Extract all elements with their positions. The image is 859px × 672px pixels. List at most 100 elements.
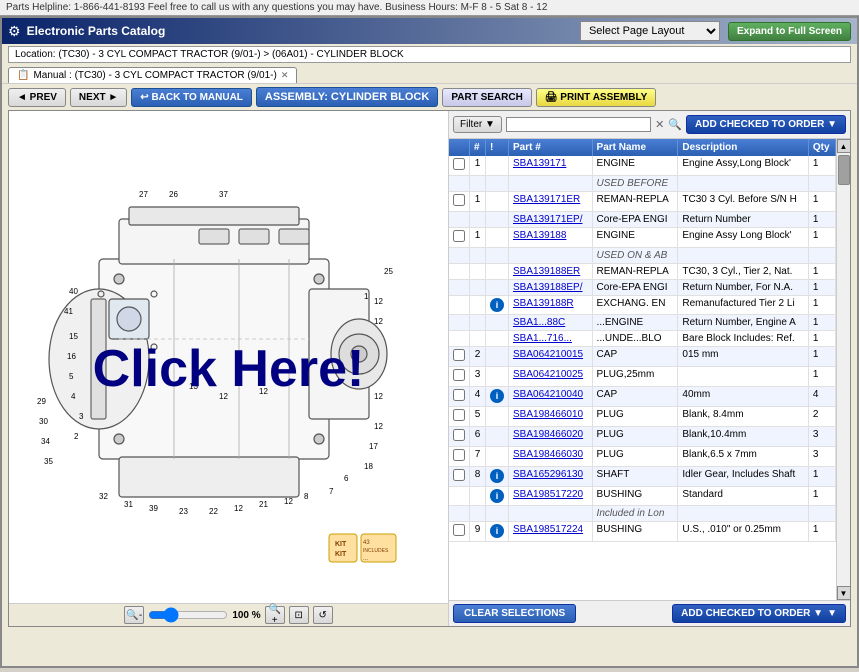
zoom-in-button[interactable]: 🔍+ (265, 606, 285, 624)
row-checkbox[interactable] (453, 194, 465, 206)
row-part-number[interactable]: SBA064210040 (509, 387, 593, 407)
row-info[interactable]: i (486, 467, 509, 487)
svg-text:27: 27 (139, 190, 148, 199)
row-info[interactable]: i (486, 522, 509, 542)
row-num (470, 487, 486, 506)
scroll-up-arrow[interactable]: ▲ (837, 139, 851, 153)
row-part-number[interactable]: SBA139188EP/ (509, 280, 593, 296)
row-checkbox[interactable] (453, 409, 465, 421)
part-number-link[interactable]: SBA064210040 (513, 389, 583, 400)
tab-close-icon[interactable]: ✕ (281, 70, 289, 81)
row-info (486, 506, 509, 522)
part-number-link[interactable]: SBA165296130 (513, 469, 583, 480)
info-icon[interactable]: i (490, 524, 504, 538)
row-part-number[interactable]: SBA139188 (509, 228, 593, 248)
row-qty: 1 (808, 331, 835, 347)
row-checkbox[interactable] (453, 389, 465, 401)
info-icon[interactable]: i (490, 489, 504, 503)
row-part-number[interactable]: SBA1...88C (509, 315, 593, 331)
page-layout-dropdown[interactable]: Select Page Layout (580, 21, 720, 41)
part-number-link[interactable]: SBA139188EP/ (513, 282, 583, 293)
table-row: SBA1...88C...ENGINEReturn Number, Engine… (449, 315, 836, 331)
row-part-number[interactable]: SBA139188ER (509, 264, 593, 280)
part-number-link[interactable]: SBA139188R (513, 298, 574, 309)
row-part-number[interactable]: SBA139171ER (509, 192, 593, 212)
manual-tab[interactable]: 📋 Manual : (TC30) - 3 CYL COMPACT TRACTO… (8, 67, 297, 83)
search-icon[interactable]: 🔍 (668, 118, 682, 131)
part-number-link[interactable]: SBA198517220 (513, 489, 583, 500)
row-checkbox[interactable] (453, 369, 465, 381)
row-description: Engine Assy Long Block' (678, 228, 808, 248)
row-part-number[interactable]: SBA139171EP/ (509, 212, 593, 228)
part-number-link[interactable]: SBA198466020 (513, 429, 583, 440)
part-number-link[interactable]: SBA139188ER (513, 266, 580, 277)
row-checkbox[interactable] (453, 230, 465, 242)
row-checkbox[interactable] (453, 429, 465, 441)
part-search-button[interactable]: PART SEARCH (442, 88, 531, 107)
parts-table-container[interactable]: # ! Part # Part Name Description Qty 1SB… (449, 139, 836, 600)
parts-scrollbar[interactable]: ▲ ▼ (836, 139, 850, 600)
part-number-link[interactable]: SBA1...88C (513, 317, 565, 328)
part-number-link[interactable]: SBA139171 (513, 158, 566, 169)
next-button[interactable]: NEXT ► (70, 88, 127, 107)
add-checked-to-order-button-bottom[interactable]: ADD CHECKED TO ORDER ▼ ▼ (672, 604, 846, 623)
part-number-link[interactable]: SBA139188 (513, 230, 566, 241)
expand-fullscreen-button[interactable]: Expand to Full Screen (728, 22, 851, 41)
part-number-link[interactable]: SBA198466010 (513, 409, 583, 420)
row-part-number[interactable]: SBA198466010 (509, 407, 593, 427)
filter-input[interactable] (506, 117, 651, 132)
scroll-thumb[interactable] (838, 155, 850, 185)
filter-button[interactable]: Filter ▼ (453, 116, 502, 133)
zoom-out-button[interactable]: 🔍- (124, 606, 144, 624)
row-part-number[interactable]: SBA198517220 (509, 487, 593, 506)
info-icon[interactable]: i (490, 389, 504, 403)
title-bar-right: Select Page Layout Expand to Full Screen (580, 21, 851, 41)
part-number-link[interactable]: SBA139171EP/ (513, 214, 583, 225)
row-num: 1 (470, 228, 486, 248)
tractor-diagram[interactable]: 37 27 26 25 1 40 41 15 16 5 4 3 2 29 30 … (19, 139, 439, 599)
zoom-slider[interactable] (148, 608, 228, 622)
part-number-link[interactable]: SBA139171ER (513, 194, 580, 205)
row-part-number[interactable]: SBA139188R (509, 296, 593, 315)
row-checkbox[interactable] (453, 449, 465, 461)
assembly-button[interactable]: ASSEMBLY: CYLINDER BLOCK (256, 87, 438, 107)
row-info[interactable]: i (486, 487, 509, 506)
back-to-manual-button[interactable]: ↩ BACK TO MANUAL (131, 88, 252, 107)
svg-text:KIT: KIT (335, 541, 347, 548)
scroll-down-arrow[interactable]: ▼ (837, 586, 851, 600)
clear-selections-button[interactable]: CLEAR SELECTIONS (453, 604, 576, 623)
row-part-number[interactable]: SBA064210025 (509, 367, 593, 387)
filter-clear-icon[interactable]: ✕ (655, 118, 664, 131)
row-part-number[interactable]: SBA198517224 (509, 522, 593, 542)
row-part-number[interactable]: SBA1...716... (509, 331, 593, 347)
row-checkbox[interactable] (453, 469, 465, 481)
info-icon[interactable]: i (490, 298, 504, 312)
svg-text:21: 21 (259, 500, 268, 509)
print-assembly-button[interactable]: 🖨 PRINT ASSEMBLY (536, 88, 657, 107)
info-icon[interactable]: i (490, 469, 504, 483)
row-info[interactable]: i (486, 296, 509, 315)
zoom-fit-button[interactable]: ⊡ (289, 606, 309, 624)
row-info (486, 156, 509, 176)
row-part-number[interactable]: SBA139171 (509, 156, 593, 176)
row-part-number[interactable]: SBA198466020 (509, 427, 593, 447)
part-number-link[interactable]: SBA1...716... (513, 333, 572, 344)
part-number-link[interactable]: SBA064210015 (513, 349, 583, 360)
row-checkbox[interactable] (453, 524, 465, 536)
svg-text:40: 40 (69, 287, 78, 296)
zoom-reset-button[interactable]: ↺ (313, 606, 333, 624)
row-num (470, 296, 486, 315)
add-checked-to-order-button-top[interactable]: ADD CHECKED TO ORDER ▼ (686, 115, 846, 134)
row-checkbox[interactable] (453, 349, 465, 361)
part-number-link[interactable]: SBA198517224 (513, 524, 583, 535)
row-part-number[interactable]: SBA064210015 (509, 347, 593, 367)
row-checkbox[interactable] (453, 158, 465, 170)
part-number-link[interactable]: SBA064210025 (513, 369, 583, 380)
part-number-link[interactable]: SBA198466030 (513, 449, 583, 460)
svg-text:12: 12 (284, 497, 293, 506)
row-part-number[interactable]: SBA165296130 (509, 467, 593, 487)
row-info[interactable]: i (486, 387, 509, 407)
prev-button[interactable]: ◄ PREV (8, 88, 66, 107)
row-num: 3 (470, 367, 486, 387)
row-part-number[interactable]: SBA198466030 (509, 447, 593, 467)
